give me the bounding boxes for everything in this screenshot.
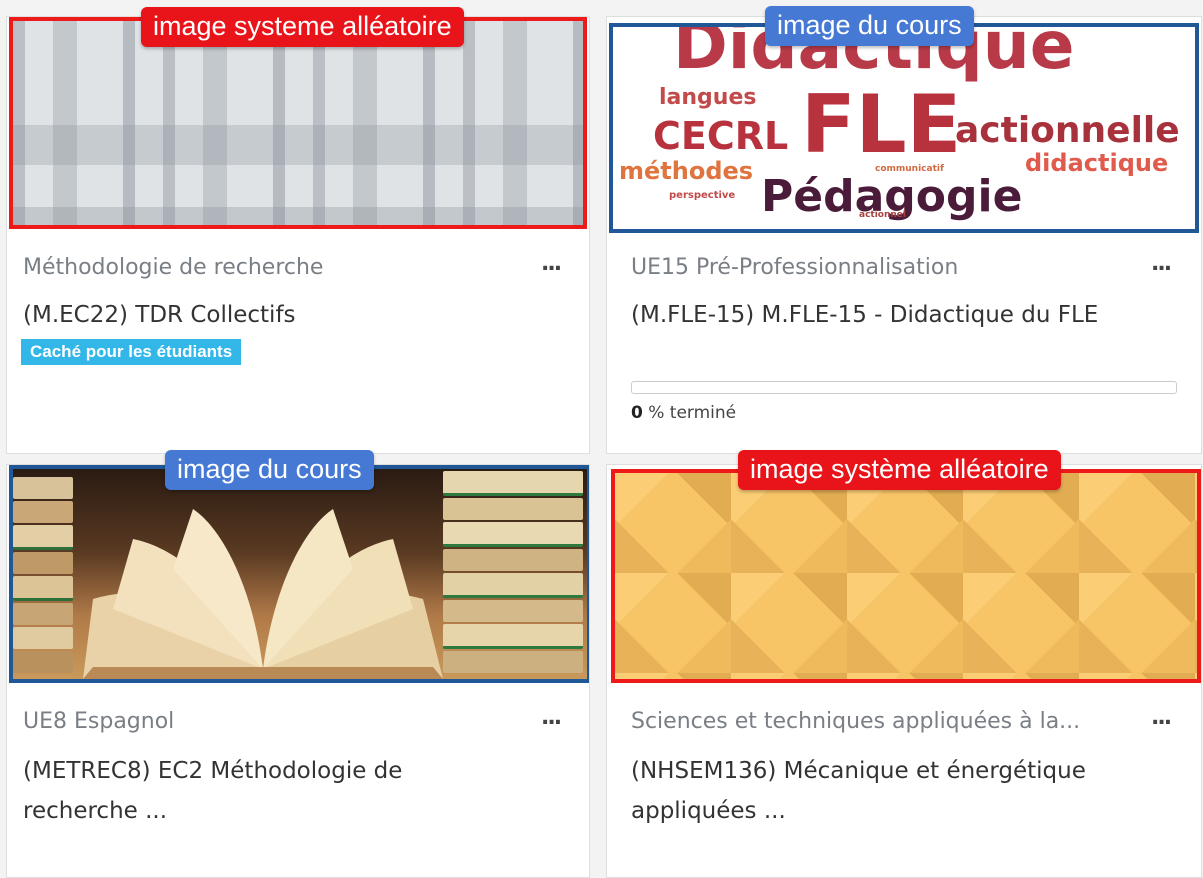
course-title[interactable]: (M.EC22) TDR Collectifs [23,295,543,335]
progress-suffix: % terminé [642,403,737,423]
open-book-icon [83,509,443,679]
course-menu-button[interactable]: ... [1151,705,1172,730]
course-card[interactable]: UE8 Espagnol ... (METREC8) EC2 Méthodolo… [6,464,590,878]
word: méthodes [619,157,754,185]
course-card[interactable]: Sciences et techniques appliquées à la..… [606,464,1202,878]
progress-value: 0 [631,403,643,423]
course-title[interactable]: (M.FLE-15) M.FLE-15 - Didactique du FLE [631,295,1151,335]
word: FLE [801,78,962,171]
word: langues [659,85,757,110]
progress-text: 0 % terminé [631,403,736,423]
book-stack-left [13,475,73,673]
word: CECRL [653,114,789,158]
hidden-badge: Caché pour les étudiants [21,339,242,365]
overlay-label: image systeme alléatoire [141,7,464,47]
book-stack-right [443,469,583,673]
word: actionnel [859,210,906,220]
course-card[interactable]: Didactique langues CECRL FLE actionnelle… [606,16,1202,454]
course-menu-button[interactable]: ... [1151,251,1172,276]
word: actionnelle [955,110,1180,151]
course-menu-button[interactable]: ... [541,251,562,276]
course-category: Méthodologie de recherche [23,255,324,280]
course-image-system-pattern[interactable] [611,469,1201,683]
overlay-label: image du cours [165,450,374,490]
course-image[interactable]: Didactique langues CECRL FLE actionnelle… [609,23,1199,233]
course-category: UE8 Espagnol [23,709,175,734]
word-cloud-image: Didactique langues CECRL FLE actionnelle… [613,27,1195,229]
course-image-system-pattern[interactable] [9,17,587,229]
course-title[interactable]: (NHSEM136) Mécanique et énergétique appl… [631,751,1131,831]
progress-bar [631,381,1177,394]
course-category: UE15 Pré-Professionnalisation [631,255,959,280]
course-card[interactable]: Méthodologie de recherche ... (M.EC22) T… [6,16,590,454]
overlay-label: image du cours [765,6,974,46]
course-title[interactable]: (METREC8) EC2 Méthodologie de recherche … [23,751,463,831]
overlay-label: image système alléatoire [738,450,1061,490]
books-photo [13,469,587,679]
course-image[interactable] [9,465,589,683]
triangle-pattern [615,473,1197,679]
course-menu-button[interactable]: ... [541,705,562,730]
word: didactique [1025,149,1169,177]
plaid-pattern [13,21,583,225]
course-category: Sciences et techniques appliquées à la..… [631,709,1081,734]
word: perspective [669,190,736,201]
